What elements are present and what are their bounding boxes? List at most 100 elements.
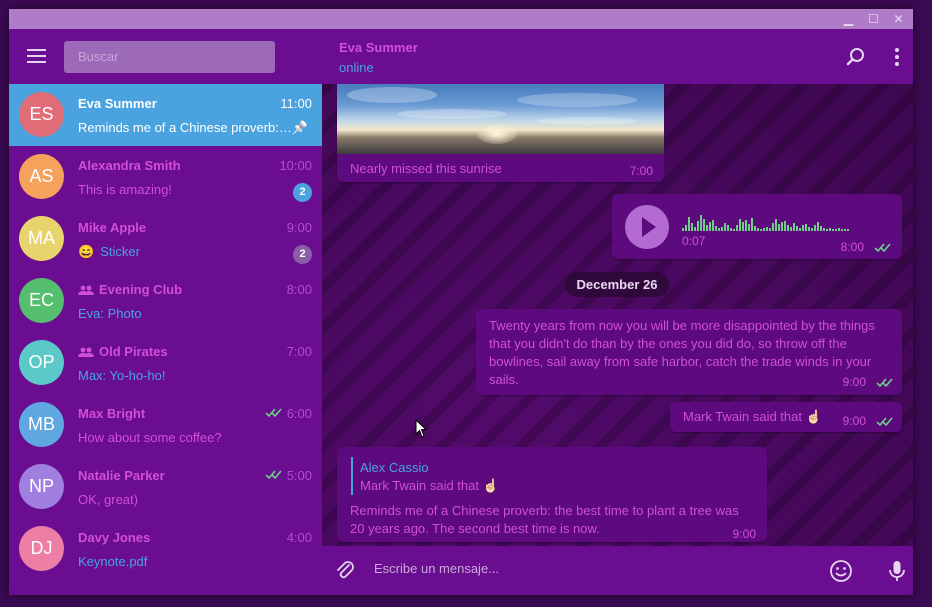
chat-name-label: Max Bright: [78, 406, 146, 421]
chat-name-label: Evening Club: [99, 282, 183, 297]
date-divider: December 26: [565, 272, 669, 297]
sunrise-photo[interactable]: [337, 84, 664, 154]
chat-name-label: Mike Apple: [78, 220, 147, 235]
chat-name: Davy Jones: [78, 530, 150, 545]
voice-message[interactable]: 0:07 8:00: [612, 194, 902, 259]
double-check-icon: [876, 378, 893, 388]
menu-icon[interactable]: [27, 49, 46, 63]
message-input[interactable]: Escribe un mensaje...: [374, 561, 499, 576]
sidebar-header: Buscar: [9, 29, 322, 84]
app-window: ▁ ☐ ✕ Buscar ES Eva Summer 11:00 Reminds me…: [9, 9, 913, 595]
chat-preview: OK, great): [78, 492, 293, 507]
chat-time-label: 10:00: [279, 158, 312, 173]
double-check-icon: [265, 470, 282, 480]
chat-time-label: 5:00: [286, 468, 312, 483]
chat-item[interactable]: AS Alexandra Smith 10:00 This is amazing! 2: [9, 146, 322, 208]
group-icon: [78, 285, 94, 295]
chat-name: Mike Apple: [78, 220, 146, 235]
chat-preview: Eva: Photo: [78, 306, 293, 321]
avatar: DJ: [19, 526, 64, 571]
message-text: Twenty years from now you will be more d…: [489, 318, 875, 387]
sidebar: Buscar ES Eva Summer 11:00 Reminds me of a …: [9, 29, 322, 595]
search-input[interactable]: Buscar: [64, 41, 275, 73]
chat-time: 9:00: [287, 220, 312, 235]
chat-item[interactable]: ES Eva Summer 11:00 Reminds me of a Chinese…: [9, 84, 322, 146]
chat-preview-text: Sticker: [100, 244, 140, 259]
conversation-panel: Eva Summer online Nearly missed this sun: [322, 29, 913, 595]
reply-quote[interactable]: Mark Twain said that ☝🏻: [360, 478, 499, 494]
chat-item[interactable]: MA Mike Apple 9:00 😄 Sticker 2: [9, 208, 322, 270]
chat-name: Max Bright: [78, 406, 145, 421]
chat-name-label: Old Pirates: [99, 344, 168, 359]
chat-name: Old Pirates: [78, 344, 168, 359]
waveform[interactable]: [682, 211, 882, 231]
chat-preview-text: OK, great): [78, 492, 138, 507]
chat-item[interactable]: EC Evening Club 8:00 Eva: Photo: [9, 270, 322, 332]
chat-preview-text: This is amazing!: [78, 182, 172, 197]
message-time: 9:00: [732, 527, 756, 541]
minimize-icon[interactable]: ▁: [840, 11, 857, 27]
chat-time-label: 8:00: [286, 282, 312, 297]
chat-preview-text: Keynote.pdf: [78, 554, 148, 569]
close-icon[interactable]: ✕: [890, 11, 907, 27]
chat-name: Alexandra Smith: [78, 158, 181, 173]
chat-time-label: 11:00: [280, 96, 312, 111]
search-icon[interactable]: [845, 46, 867, 68]
chat-item[interactable]: NP Natalie Parker 5:00 OK, great): [9, 456, 322, 518]
message-bubble[interactable]: Mark Twain said that ☝🏻 9:00: [670, 402, 902, 432]
chat-time: 10:00: [279, 158, 312, 173]
avatar: MB: [19, 402, 64, 447]
chat-time-label: 9:00: [286, 220, 312, 235]
photo-message[interactable]: Nearly missed this sunrise 7:00: [337, 84, 664, 182]
chat-item[interactable]: MB Max Bright 6:00 How about some coffee?: [9, 394, 322, 456]
conversation-header: Eva Summer online: [322, 29, 913, 84]
reply-message[interactable]: Alex Cassio Mark Twain said that ☝🏻 Remi…: [337, 447, 767, 542]
microphone-icon[interactable]: [885, 559, 909, 583]
chat-time: 5:00: [265, 468, 312, 483]
more-icon[interactable]: [886, 46, 908, 68]
window-controls: ▁ ☐ ✕: [840, 11, 907, 27]
chat-list: ES Eva Summer 11:00 Reminds me of a Chinese…: [9, 84, 322, 580]
attach-icon[interactable]: [333, 559, 357, 583]
chat-time: 11:00: [280, 96, 312, 111]
double-check-icon: [876, 417, 893, 427]
chat-time: 4:00: [287, 530, 312, 545]
chat-item[interactable]: OP Old Pirates 7:00 Max: Yo-ho-ho!: [9, 332, 322, 394]
title-bar[interactable]: ▁ ☐ ✕: [9, 9, 913, 29]
chat-time-label: 4:00: [286, 530, 312, 545]
message-text: Mark Twain said that ☝🏻: [683, 409, 822, 424]
chat-item[interactable]: DJ Davy Jones 4:00 Keynote.pdf: [9, 518, 322, 580]
chat-preview-text: Eva: Photo: [78, 306, 142, 321]
maximize-icon[interactable]: ☐: [865, 11, 882, 27]
message-time: 9:00: [842, 375, 866, 389]
play-icon[interactable]: [625, 205, 669, 249]
chat-preview-text: Reminds me of a Chinese proverb: the bes…: [78, 120, 293, 135]
chat-name-label: Eva Summer: [78, 96, 157, 111]
message-area[interactable]: Nearly missed this sunrise 7:00 0:07 8:0…: [322, 84, 913, 546]
avatar: ES: [19, 92, 64, 137]
pin-icon: 📌: [291, 120, 308, 135]
chat-name: Evening Club: [78, 282, 182, 297]
chat-preview: 😄 Sticker: [78, 244, 293, 260]
chat-preview-text: Max: Yo-ho-ho!: [78, 368, 166, 383]
message-bubble[interactable]: Twenty years from now you will be more d…: [476, 309, 902, 395]
chat-preview: Reminds me of a Chinese proverb: the bes…: [78, 120, 293, 135]
chat-preview: How about some coffee?: [78, 430, 293, 445]
message-time: 8:00: [840, 240, 864, 254]
avatar: AS: [19, 154, 64, 199]
emoji-icon[interactable]: [829, 559, 853, 583]
reply-author[interactable]: Alex Cassio: [360, 460, 429, 475]
chat-name: Eva Summer: [78, 96, 157, 111]
unread-badge: 2: [293, 245, 312, 264]
chat-preview: Max: Yo-ho-ho!: [78, 368, 293, 383]
chat-name-label: Davy Jones: [78, 530, 151, 545]
chat-name: Natalie Parker: [78, 468, 165, 483]
contact-name[interactable]: Eva Summer: [339, 40, 418, 55]
message-text: Reminds me of a Chinese proverb: the bes…: [350, 503, 739, 536]
photo-caption: Nearly missed this sunrise: [350, 161, 502, 176]
message-time: 9:00: [842, 414, 866, 428]
chat-time-label: 6:00: [286, 406, 312, 421]
chat-time: 7:00: [287, 344, 312, 359]
reply-indicator: [351, 457, 353, 495]
chat-name-label: Alexandra Smith: [78, 158, 181, 173]
